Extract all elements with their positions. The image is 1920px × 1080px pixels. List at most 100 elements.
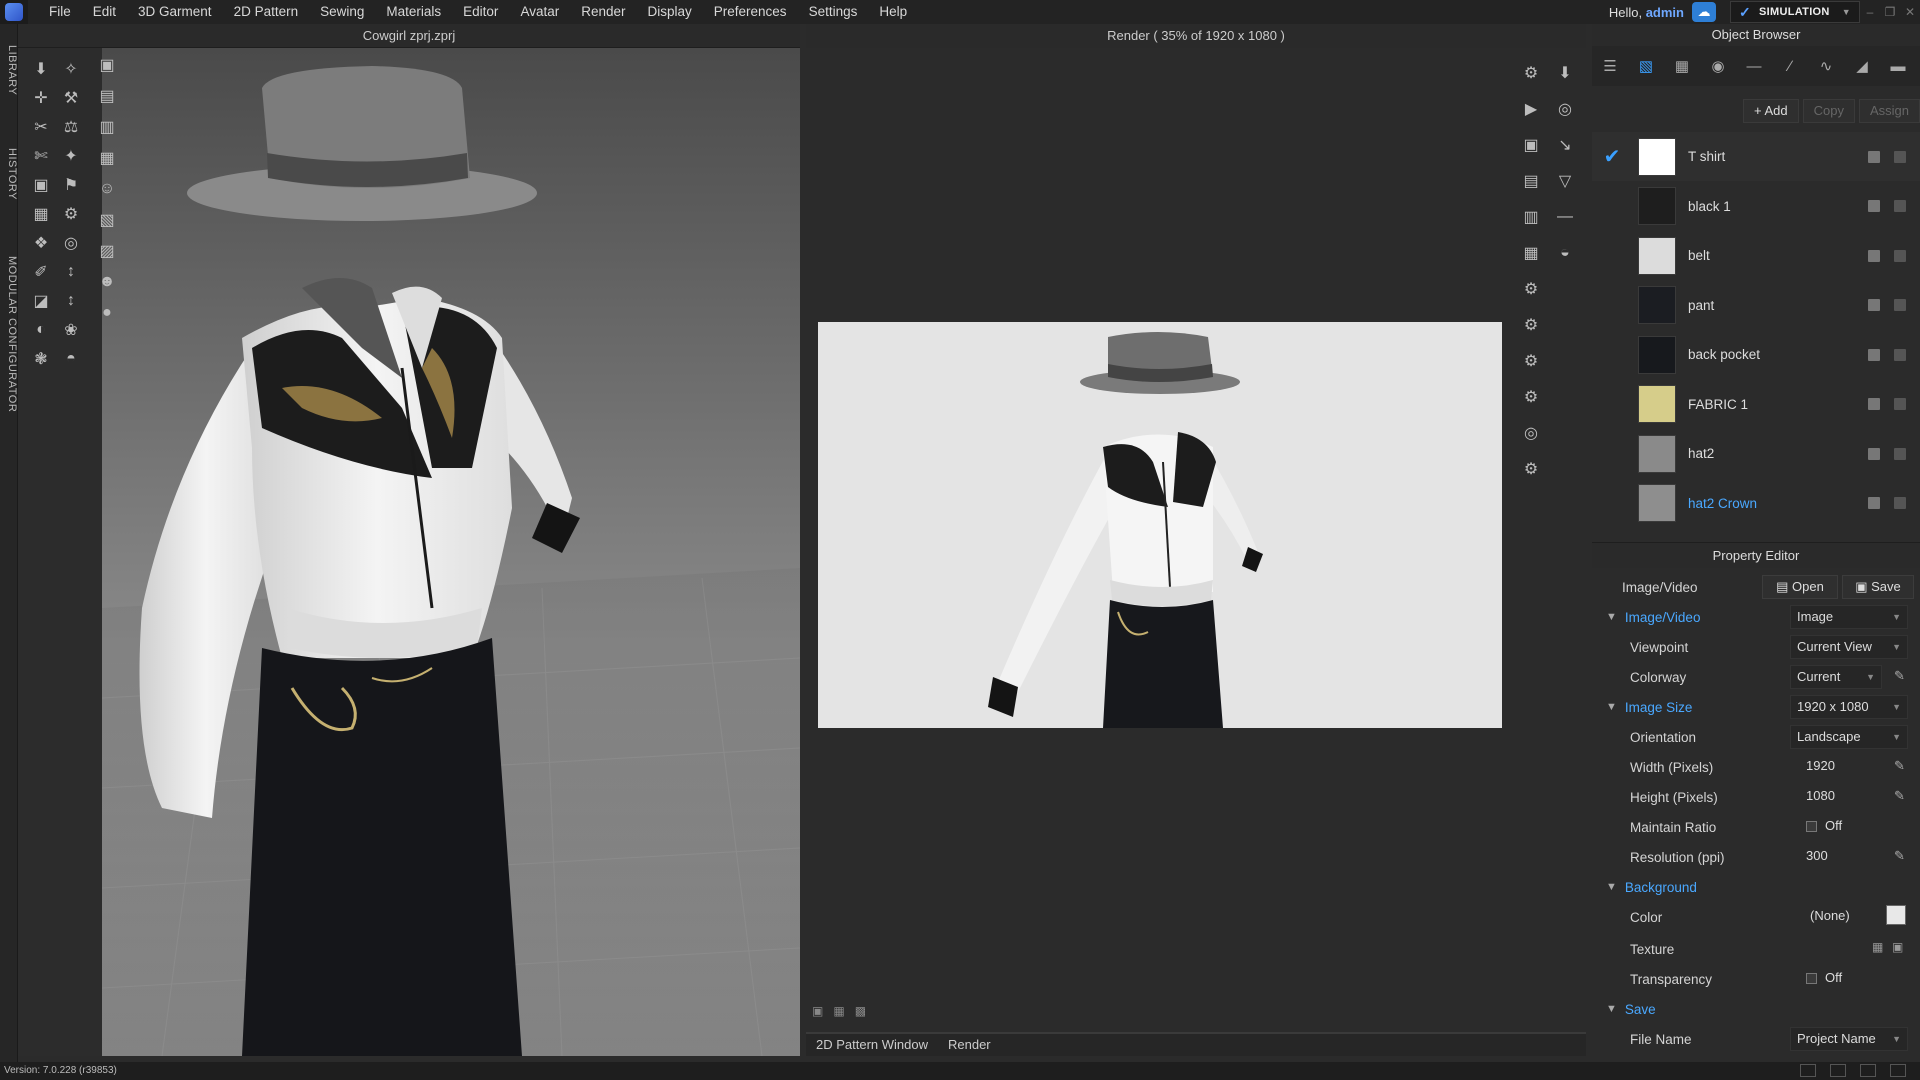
delete-material-icon[interactable] xyxy=(1894,497,1906,509)
render-light-icon[interactable]: ⬇ xyxy=(1552,60,1578,86)
zoom-actual-icon[interactable]: ▦ xyxy=(833,1004,844,1024)
edit-height-icon[interactable]: ✎ xyxy=(1894,788,1905,804)
tack-icon[interactable]: ✄ xyxy=(28,143,54,169)
render-setting-icon[interactable]: ▥ xyxy=(1518,204,1544,230)
topstitch-icon[interactable]: — xyxy=(1736,51,1772,81)
material-swatch[interactable] xyxy=(1638,286,1676,324)
layout-render-icon[interactable] xyxy=(1890,1064,1906,1077)
add-button[interactable]: + Add xyxy=(1742,99,1799,123)
flag-icon[interactable]: ⚑ xyxy=(58,172,84,198)
material-item[interactable]: FABRIC 1 xyxy=(1592,380,1920,429)
render-view-tool-icon[interactable]: ▥ xyxy=(94,114,120,140)
texture-delete-icon[interactable]: ▣ xyxy=(1892,940,1903,954)
delete-material-icon[interactable] xyxy=(1894,299,1906,311)
render-preview-image[interactable] xyxy=(818,322,1502,728)
file-name-select[interactable]: Project Name ▼ xyxy=(1790,1027,1908,1051)
resolution-value[interactable]: 300 xyxy=(1806,848,1828,863)
render-view-tool-icon[interactable]: ● xyxy=(94,300,120,326)
pe-background-section[interactable]: ▼ Background xyxy=(1592,872,1920,902)
tab-modular-configurator[interactable]: MODULAR CONFIGURATOR xyxy=(0,234,18,434)
stretch-icon[interactable]: ↕ xyxy=(58,288,84,314)
render-setting-icon[interactable]: ⚙ xyxy=(1518,456,1544,482)
menu-2d-pattern[interactable]: 2D Pattern xyxy=(223,0,310,24)
copy-material-icon[interactable] xyxy=(1868,200,1880,212)
transparency-checkbox[interactable]: Off xyxy=(1806,970,1842,985)
grid-icon[interactable]: ▩ xyxy=(855,1004,866,1024)
render-view-tool-icon[interactable]: ☺ xyxy=(94,176,120,202)
target-icon[interactable]: ◎ xyxy=(58,230,84,256)
render-setting-icon[interactable]: ⚙ xyxy=(1518,312,1544,338)
render-setting-icon[interactable]: ⚙ xyxy=(1518,348,1544,374)
copy-material-icon[interactable] xyxy=(1868,299,1880,311)
menu-avatar[interactable]: Avatar xyxy=(509,0,570,24)
resize-icon[interactable]: ↕ xyxy=(58,259,84,285)
material-item[interactable]: back pocket xyxy=(1592,330,1920,379)
delete-material-icon[interactable] xyxy=(1894,150,1906,163)
material-swatch[interactable] xyxy=(1638,484,1676,522)
copy-material-icon[interactable] xyxy=(1868,150,1880,163)
material-swatch[interactable] xyxy=(1638,187,1676,225)
ruler-icon[interactable]: ▬ xyxy=(1880,51,1916,81)
material-swatch[interactable] xyxy=(1638,434,1676,473)
shape-icon[interactable]: ✦ xyxy=(58,143,84,169)
button-icon[interactable]: ◉ xyxy=(1700,51,1736,81)
list-icon[interactable]: ☰ xyxy=(1592,51,1628,81)
tab-render[interactable]: Render xyxy=(938,1034,1001,1056)
copy-material-icon[interactable] xyxy=(1868,398,1880,410)
assign-button[interactable]: Assign xyxy=(1858,99,1920,123)
edit-resolution-icon[interactable]: ✎ xyxy=(1894,848,1905,864)
copy-material-icon[interactable] xyxy=(1868,497,1880,509)
menu-preferences[interactable]: Preferences xyxy=(703,0,798,24)
render-view-tool-icon[interactable]: ☻ xyxy=(94,269,120,295)
solid-icon[interactable]: ◓ xyxy=(58,346,84,372)
copy-material-icon[interactable] xyxy=(1868,447,1880,460)
cut-icon[interactable]: ✂ xyxy=(28,114,54,140)
menu-3d-garment[interactable]: 3D Garment xyxy=(127,0,223,24)
delete-material-icon[interactable] xyxy=(1894,447,1906,460)
copy-button[interactable]: Copy xyxy=(1802,99,1855,123)
material-item[interactable]: hat2 xyxy=(1592,429,1920,478)
render-view-tool-icon[interactable]: ▧ xyxy=(94,207,120,233)
panel-icon[interactable]: ◪ xyxy=(28,288,54,314)
trim-icon[interactable]: ◢ xyxy=(1844,51,1880,81)
render-setting-icon[interactable]: ▣ xyxy=(1518,132,1544,158)
render-light-icon[interactable]: ― xyxy=(1552,204,1578,230)
garment-3d-canvas[interactable] xyxy=(102,48,800,1056)
zipper-icon[interactable]: ∿ xyxy=(1808,51,1844,81)
gear-icon[interactable]: ⚙ xyxy=(58,201,84,227)
tab-history[interactable]: HISTORY xyxy=(0,134,18,214)
avatar-icon[interactable]: ❃ xyxy=(28,346,54,372)
fabric-icon[interactable]: ▣ xyxy=(28,172,54,198)
restore-icon[interactable]: ❐ xyxy=(1880,5,1900,19)
delete-material-icon[interactable] xyxy=(1894,398,1906,410)
fold-icon[interactable]: ⚒ xyxy=(58,85,84,111)
render-setting-icon[interactable]: ▤ xyxy=(1518,168,1544,194)
fabric-icon[interactable]: ▧ xyxy=(1628,51,1664,81)
delete-material-icon[interactable] xyxy=(1894,348,1906,361)
line-icon[interactable]: ∕ xyxy=(1772,51,1808,81)
flower-icon[interactable]: ❀ xyxy=(58,317,84,343)
menu-file[interactable]: File xyxy=(38,0,82,24)
material-item[interactable]: ✔ T shirt xyxy=(1592,132,1920,181)
material-item[interactable]: hat2 Crown xyxy=(1592,479,1920,528)
render-light-icon[interactable]: ↘ xyxy=(1552,132,1578,158)
delete-material-icon[interactable] xyxy=(1894,249,1906,262)
pen-icon[interactable]: ✐ xyxy=(28,259,54,285)
copy-material-icon[interactable] xyxy=(1868,348,1880,361)
select-icon[interactable]: ⬇ xyxy=(28,56,54,82)
render-setting-icon[interactable]: ⚙ xyxy=(1518,384,1544,410)
menu-settings[interactable]: Settings xyxy=(798,0,869,24)
open-button[interactable]: ▤ Open xyxy=(1762,575,1838,599)
collapse-icon[interactable]: ▼ xyxy=(1606,611,1617,623)
render-light-icon[interactable]: ▽ xyxy=(1552,168,1578,194)
transform-icon[interactable]: ✧ xyxy=(58,56,84,82)
color-swatch[interactable] xyxy=(1886,905,1906,925)
menu-display[interactable]: Display xyxy=(637,0,703,24)
render-view-tool-icon[interactable]: ▣ xyxy=(94,52,120,78)
material-item[interactable]: black 1 xyxy=(1592,182,1920,231)
material-item[interactable]: belt xyxy=(1592,231,1920,280)
menu-help[interactable]: Help xyxy=(868,0,918,24)
minimize-icon[interactable]: – xyxy=(1860,5,1880,19)
collapse-icon[interactable]: ▼ xyxy=(1606,701,1617,713)
collapse-icon[interactable]: ▼ xyxy=(1606,881,1617,893)
